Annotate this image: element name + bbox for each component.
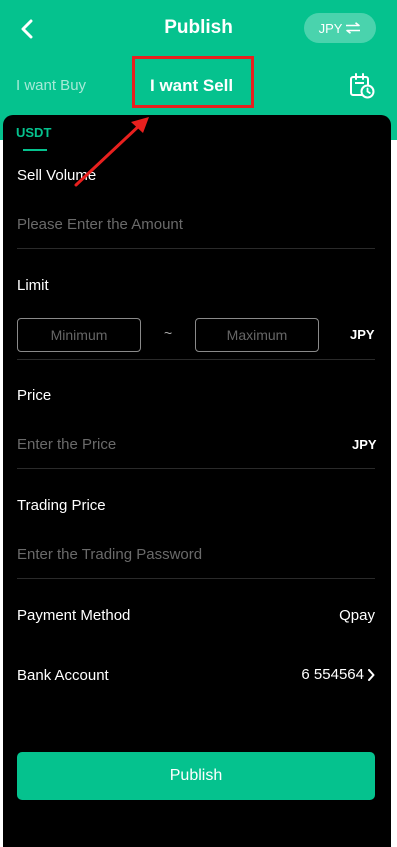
price-label: Price	[17, 387, 52, 404]
trading-password-input[interactable]: Enter the Trading Password	[17, 546, 357, 563]
divider	[17, 468, 375, 469]
chevron-right-icon	[368, 668, 375, 681]
payment-method-label: Payment Method	[17, 607, 131, 624]
currency-switch-button[interactable]: JPY	[304, 13, 376, 43]
limit-unit: JPY	[350, 327, 375, 342]
sell-volume-input[interactable]: Please Enter the Amount	[17, 216, 357, 233]
trading-price-label: Trading Price	[17, 497, 106, 514]
price-unit: JPY	[352, 437, 377, 452]
publish-form-panel: USDT Sell Volume Please Enter the Amount…	[3, 115, 391, 847]
coin-tab-underline	[23, 149, 47, 151]
limit-maximum-input[interactable]: Maximum	[195, 318, 319, 352]
order-history-button[interactable]	[348, 72, 376, 100]
divider	[17, 578, 375, 579]
calendar-clock-icon	[350, 73, 375, 99]
divider	[17, 359, 375, 360]
bank-account-label: Bank Account	[17, 667, 109, 684]
coin-tab-usdt[interactable]: USDT	[16, 125, 51, 140]
bank-account-selector[interactable]: 6 554564	[301, 666, 375, 683]
currency-label: JPY	[318, 20, 343, 36]
price-input[interactable]: Enter the Price	[17, 436, 317, 453]
swap-arrows-icon	[346, 22, 361, 34]
limit-label: Limit	[17, 277, 49, 294]
sell-volume-label: Sell Volume	[17, 167, 97, 184]
annotation-highlight-box	[132, 56, 254, 108]
limit-separator: ~	[164, 325, 173, 341]
bank-account-value: 6 554564	[301, 666, 364, 683]
tab-i-want-buy[interactable]: I want Buy	[16, 77, 86, 94]
publish-button[interactable]: Publish	[17, 752, 375, 800]
divider	[17, 248, 375, 249]
payment-method-value[interactable]: Qpay	[339, 607, 375, 624]
limit-minimum-input[interactable]: Minimum	[17, 318, 141, 352]
